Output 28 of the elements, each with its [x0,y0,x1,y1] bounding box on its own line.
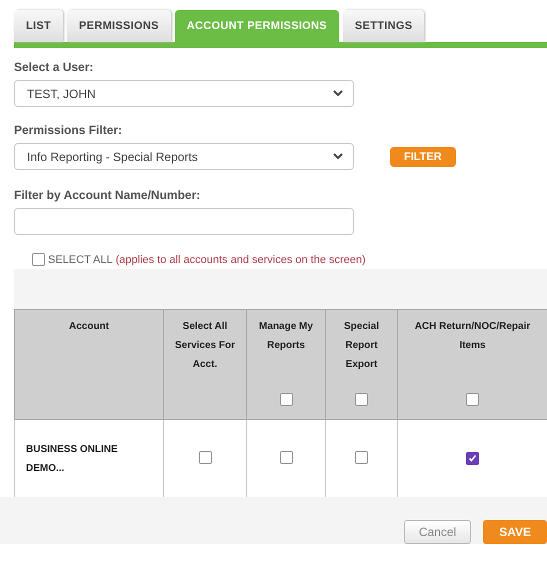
checkbox[interactable] [198,450,212,464]
permissions-filter-select[interactable]: Info Reporting - Special Reports [14,143,354,170]
checkbox[interactable] [355,393,368,406]
check-icon [468,454,477,462]
user-select[interactable]: TEST, JOHN [14,80,354,107]
column-header: Account [68,320,110,334]
field-label: Permissions Filter: [14,123,124,137]
tab[interactable]: SETTINGS [342,10,424,42]
chevron-down-icon [333,90,343,97]
chevron-down-icon [333,153,343,160]
tab[interactable]: PERMISSIONS [67,10,171,42]
field-label: Filter by Account Name/Number: [14,188,202,202]
checkbox[interactable] [355,450,368,464]
checkbox[interactable] [466,393,479,406]
checkbox[interactable] [280,450,292,464]
checkbox[interactable] [280,393,292,406]
tab[interactable]: LIST [14,10,64,42]
column-header: Special Report Export [342,320,380,372]
select-all-note: (applies to all accounts and services on the screen) [116,254,366,266]
input-field[interactable] [14,208,354,235]
account-name: BUSINESS ONLINE DEMO... [25,442,119,476]
column-header: Select All Services For Acct. [174,320,236,372]
column-header: ACH Return/NOC/Repair Items [414,320,532,353]
checkbox[interactable] [32,253,45,266]
field-label: Select a User: [14,60,94,74]
column-header: Manage My Reports [258,320,314,353]
select-all-label: SELECT ALL [48,254,113,266]
checkbox[interactable] [466,452,479,464]
